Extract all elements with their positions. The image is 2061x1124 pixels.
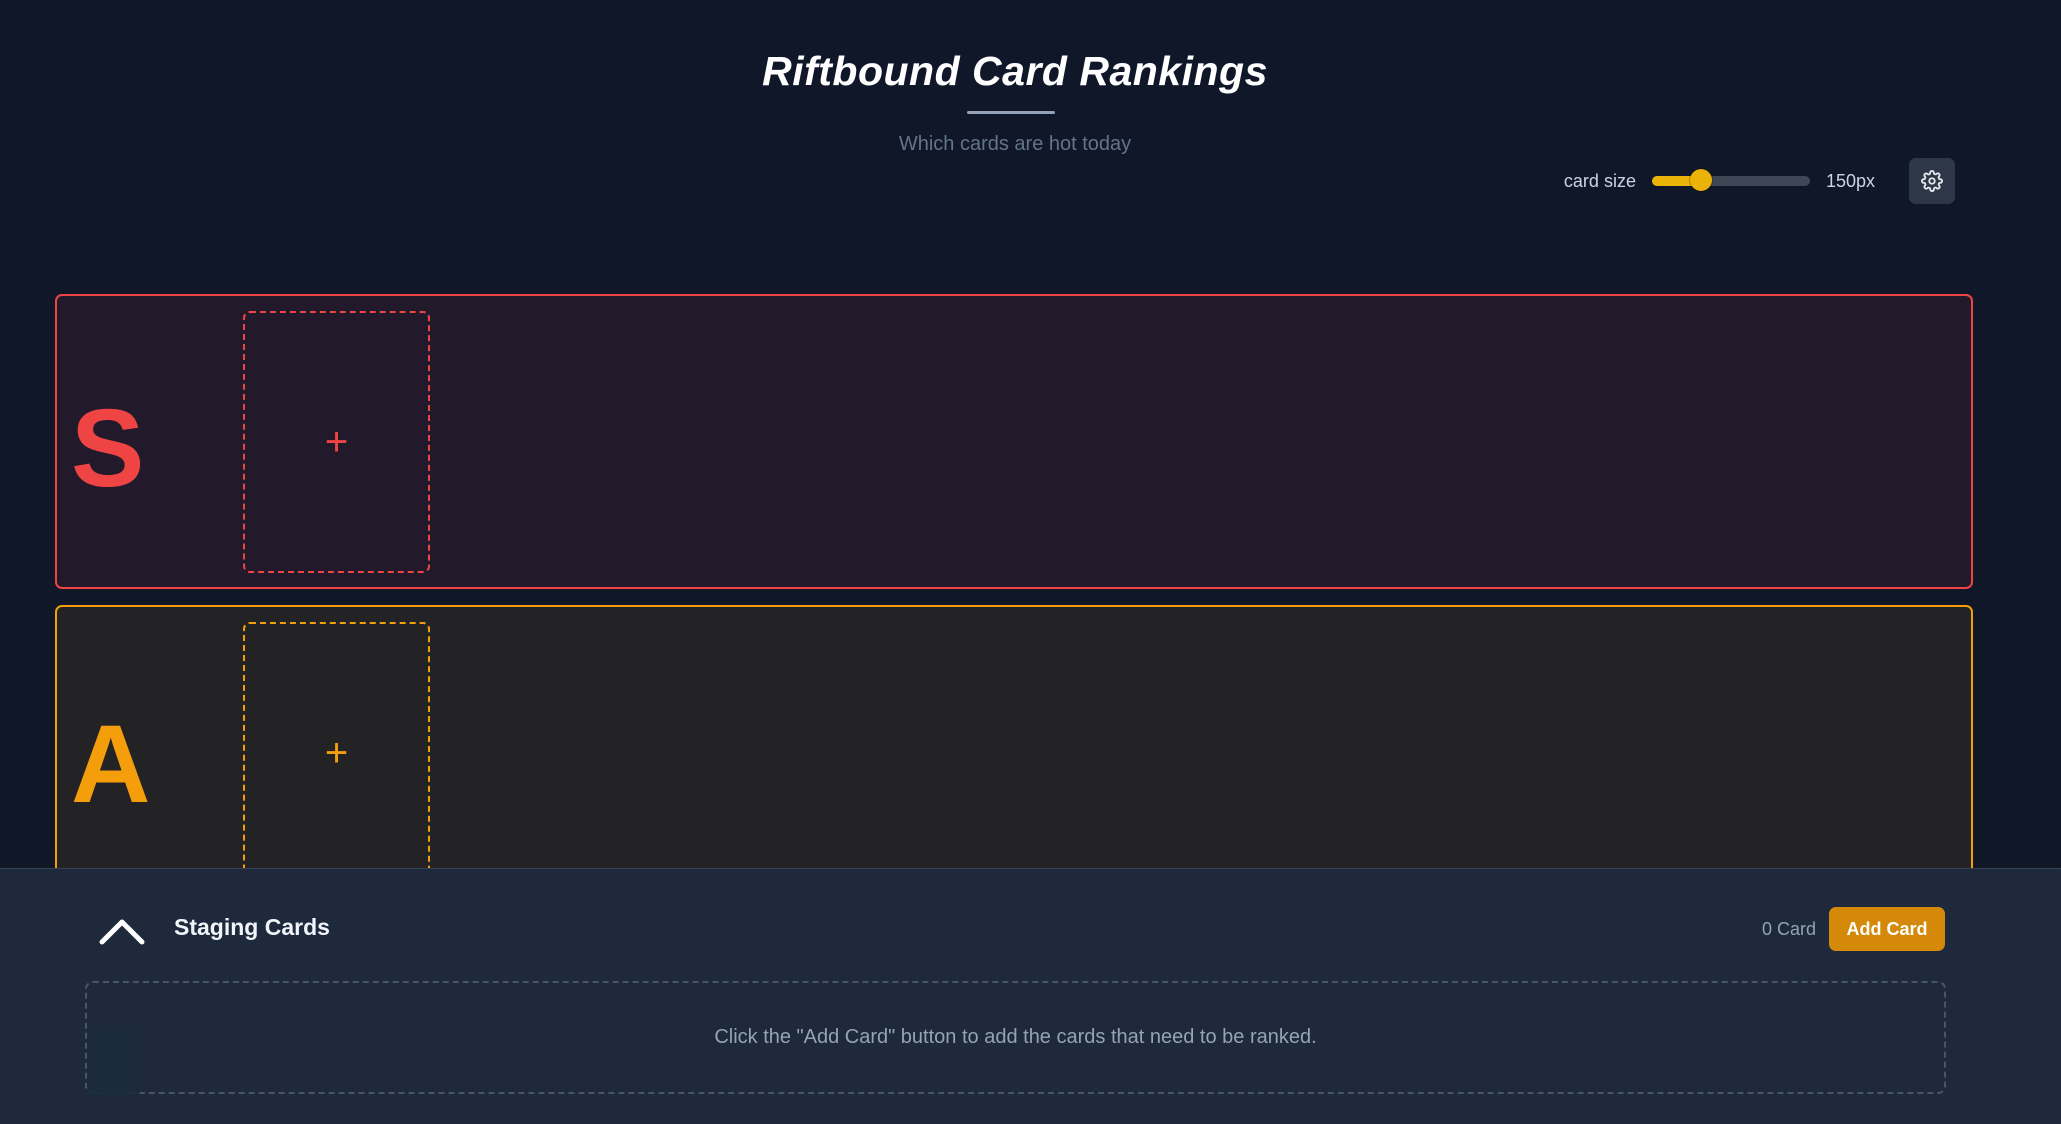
tier-label-s: S [71, 387, 145, 510]
staging-panel: Staging Cards 0 Card Add Card Click the … [0, 868, 2061, 1124]
card-size-label: card size [1563, 170, 1636, 191]
staging-collapse-button[interactable] [98, 913, 146, 949]
plus-icon: + [324, 419, 349, 464]
page-title: Riftbound Card Rankings [762, 48, 1268, 94]
staging-title: Staging Cards [174, 914, 330, 940]
staging-card-count: 0 Card [1761, 919, 1816, 939]
staging-empty-message: Click the "Add Card" button to add the c… [714, 1026, 1317, 1048]
chevron-up-icon [99, 919, 145, 945]
tier-a-add-slot[interactable]: + [243, 622, 430, 884]
tier-s-add-slot[interactable]: + [243, 311, 430, 573]
card-size-value: 150px [1825, 170, 1875, 191]
tier-row-s: S + [55, 294, 1973, 589]
page-subtitle: Which cards are hot today [898, 133, 1132, 155]
card-size-slider[interactable] [1651, 169, 1810, 191]
settings-button[interactable] [1909, 158, 1955, 204]
add-card-button[interactable]: Add Card [1829, 907, 1945, 951]
staging-ghost-card [88, 1029, 140, 1097]
gear-icon [1921, 170, 1943, 192]
title-underline [967, 111, 1055, 114]
card-size-slider-thumb[interactable] [1689, 169, 1712, 191]
card-size-control: card size 150px [1564, 158, 1955, 204]
app-root: Riftbound Card Rankings Which cards are … [0, 0, 2061, 1124]
plus-icon: + [324, 730, 349, 775]
tier-label-a: A [71, 703, 151, 826]
staging-drop-zone[interactable]: Click the "Add Card" button to add the c… [85, 981, 1946, 1094]
